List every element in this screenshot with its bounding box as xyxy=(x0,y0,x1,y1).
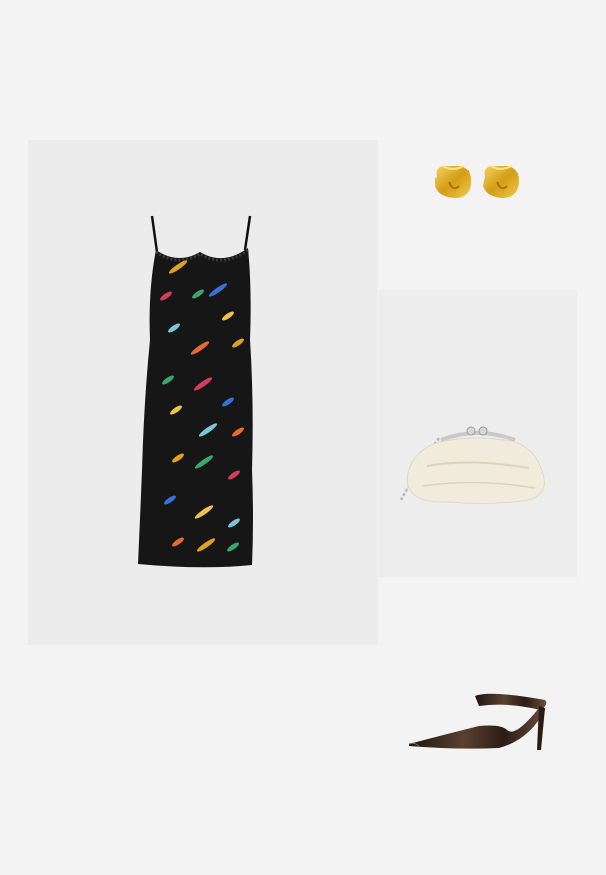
fish-print-slip-dress-image xyxy=(138,215,253,568)
dress-product-tile[interactable] xyxy=(28,140,378,645)
earrings-product-tile[interactable] xyxy=(379,0,577,289)
shoe-product-tile[interactable] xyxy=(379,578,577,867)
gold-hoop-earrings-image xyxy=(434,165,519,198)
cream-pouch-clutch-bag-image xyxy=(399,426,545,505)
bag-product-tile[interactable] xyxy=(379,290,577,577)
metallic-pointed-mule-heel-image xyxy=(408,693,547,750)
